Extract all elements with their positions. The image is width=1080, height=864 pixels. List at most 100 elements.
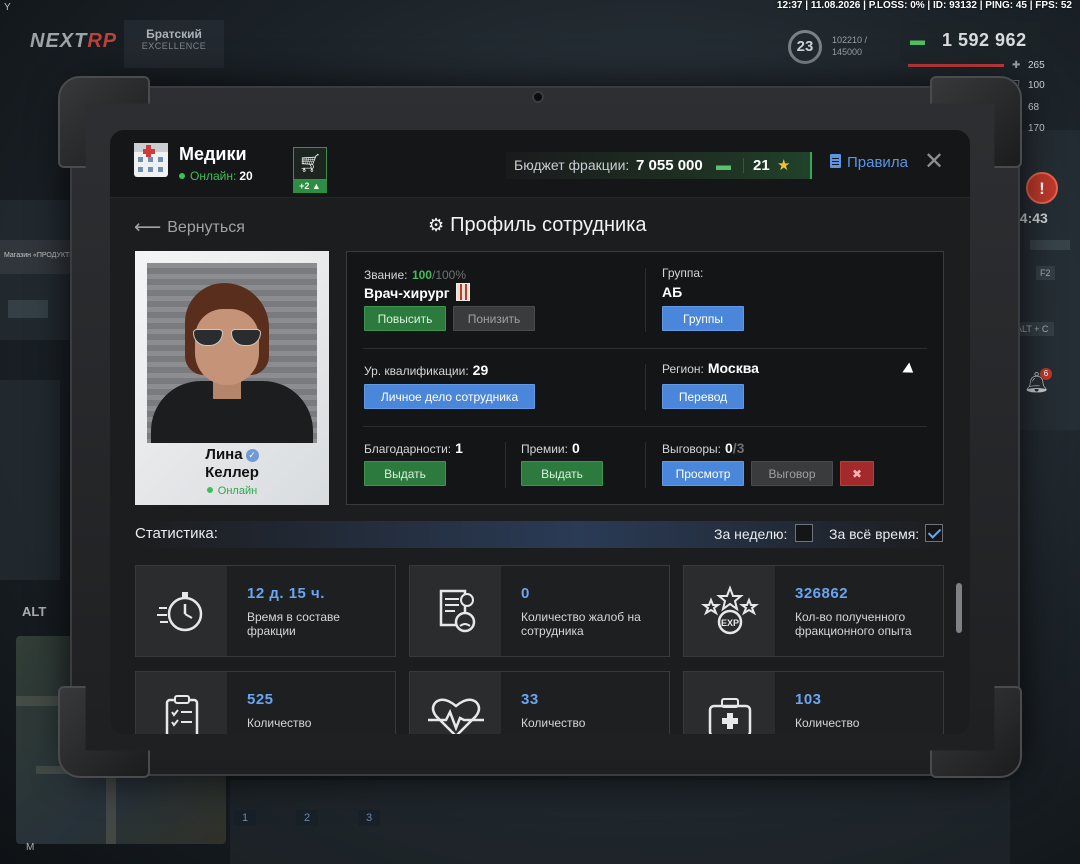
stat-label: Количество — [521, 716, 586, 730]
alert-icon[interactable]: ! — [1026, 172, 1058, 204]
give-thanks-button[interactable]: Выдать — [364, 461, 446, 486]
tablet-screen: Медики Онлайн: 20 🛒︎ +2 ▲ Бюджет фракции:… — [110, 130, 970, 734]
demote-button[interactable]: Понизить — [453, 306, 535, 331]
map-key-hint: M — [26, 842, 35, 853]
stat-label: Количество жалоб на сотрудника — [521, 610, 641, 638]
hospital-window — [138, 167, 143, 172]
region-label: Регион: — [662, 362, 704, 376]
red-cross — [142, 148, 155, 154]
stat-health: ✚ 265 — [1012, 60, 1045, 71]
close-icon[interactable]: ✕ — [924, 148, 944, 176]
stat-icon-box: EXP — [684, 566, 775, 656]
health-bar — [908, 64, 1004, 67]
online-count: 20 — [239, 169, 253, 183]
divider — [645, 364, 646, 410]
rank-name-row: Врач-хирург — [364, 283, 470, 301]
bg-window — [8, 300, 48, 318]
health-icon: ✚ — [1012, 60, 1021, 71]
stat-value: 33 — [521, 691, 539, 708]
stat-hunger-value: 68 — [1028, 102, 1040, 113]
verified-icon: ✓ — [245, 449, 259, 462]
stat-card: 33 Количество — [409, 671, 670, 734]
alltime-filter-checkbox[interactable] — [925, 524, 943, 542]
server-name: Братский — [146, 27, 202, 41]
server-info: Братский EXCELLENCE — [124, 20, 224, 68]
qualification-value: 29 — [472, 362, 489, 378]
bonus-value: 0 — [571, 440, 580, 456]
minimap-slot[interactable]: 1 — [234, 810, 256, 826]
cart-icon: 🛒︎ — [298, 153, 322, 173]
stopwatch-icon — [156, 592, 202, 632]
divider — [363, 426, 927, 427]
thanks-row: Благодарности: 1 — [364, 440, 463, 458]
employee-last-name: Келлер — [205, 464, 259, 481]
stat-card: 103 Количество — [683, 671, 944, 734]
stat-icon-box — [410, 566, 501, 656]
tablet-camera — [532, 91, 544, 103]
divider — [645, 442, 646, 488]
online-dot-icon — [179, 173, 185, 179]
stat-card: 525 Количество — [135, 671, 396, 734]
bg-window — [1030, 240, 1070, 250]
bonus-label: Премии: — [521, 442, 568, 456]
stat-value: 103 — [795, 691, 822, 708]
stat-health-value: 265 — [1028, 60, 1045, 71]
employee-info-panel: Звание: 100/100% Врач-хирург Повысить По… — [346, 251, 944, 505]
arrow-left-icon: ⟵ — [134, 217, 162, 238]
portrait-lens — [231, 329, 261, 346]
personal-file-button[interactable]: Личное дело сотрудника — [364, 384, 535, 409]
stat-icon-box — [136, 566, 227, 656]
bg-shop-sign-text: Магазин «ПРОДУКТЫ» — [4, 252, 80, 259]
key-hint-f2: F2 — [1036, 266, 1055, 280]
heartbeat-icon — [427, 698, 484, 734]
xp-current: 102210 / — [832, 35, 868, 45]
stat-value: 326862 — [795, 585, 849, 602]
region-value: Москва — [707, 360, 759, 376]
portrait-lens — [193, 329, 223, 346]
hospital-window — [138, 157, 143, 162]
logo-suffix: RP — [87, 30, 118, 52]
shop-cart-button[interactable]: 🛒︎ — [293, 147, 327, 180]
money-value: 1 592 962 — [942, 30, 1027, 50]
stat-armor-value: 100 — [1028, 80, 1045, 91]
qualification-row: Ур. квалификации: 29 — [364, 362, 488, 380]
triangle-up-icon: ▲ — [311, 181, 321, 191]
money-icon: ▬ — [716, 157, 731, 174]
promote-button[interactable]: Повысить — [364, 306, 446, 331]
stat-card: EXP 326862 Кол-во полученного фракционно… — [683, 565, 944, 657]
mouse-cursor-icon — [902, 362, 917, 378]
minimap-slot[interactable]: 3 — [358, 810, 380, 826]
stat-icon-box — [136, 672, 227, 734]
stats-scrollbar-thumb[interactable] — [956, 583, 962, 633]
money-panel: ▬ 1 592 962 — [900, 22, 1040, 62]
reprimands-value: 0 — [724, 440, 733, 456]
bonus-row: Премии: 0 — [521, 440, 580, 458]
minimap-slot[interactable]: 2 — [296, 810, 318, 826]
view-reprimands-button[interactable]: Просмотр — [662, 461, 744, 486]
portrait-face — [195, 309, 259, 385]
employee-first-name: Лина ✓ — [135, 446, 329, 463]
online-dot-icon — [206, 487, 213, 493]
hospital-window — [158, 157, 163, 162]
give-bonus-button[interactable]: Выдать — [521, 461, 603, 486]
divider — [505, 442, 506, 488]
groups-button[interactable]: Группы — [662, 306, 744, 331]
reprimand-button[interactable]: Выговор — [751, 461, 833, 486]
document-icon — [830, 154, 841, 168]
faction-online: Онлайн: 20 — [179, 169, 253, 183]
back-label: Вернуться — [167, 219, 245, 236]
remove-reprimand-button[interactable]: ✖ — [840, 461, 874, 486]
bg-street — [230, 780, 1010, 864]
week-filter-checkbox[interactable] — [795, 524, 813, 542]
thanks-label: Благодарности: — [364, 442, 452, 456]
portrait-sunglasses — [191, 329, 265, 347]
rules-button[interactable]: Правила — [830, 154, 908, 171]
faction-topbar: Медики Онлайн: 20 🛒︎ +2 ▲ Бюджет фракции:… — [110, 130, 970, 198]
transfer-button[interactable]: Перевод — [662, 384, 744, 409]
hospital-window — [148, 167, 153, 172]
back-button[interactable]: ⟵ Вернуться — [134, 216, 245, 239]
clipboard-checklist-icon — [165, 695, 198, 734]
thanks-value: 1 — [455, 440, 463, 456]
qualification-label: Ур. квалификации: — [364, 364, 469, 378]
exp-stars-icon: EXP — [700, 585, 759, 635]
